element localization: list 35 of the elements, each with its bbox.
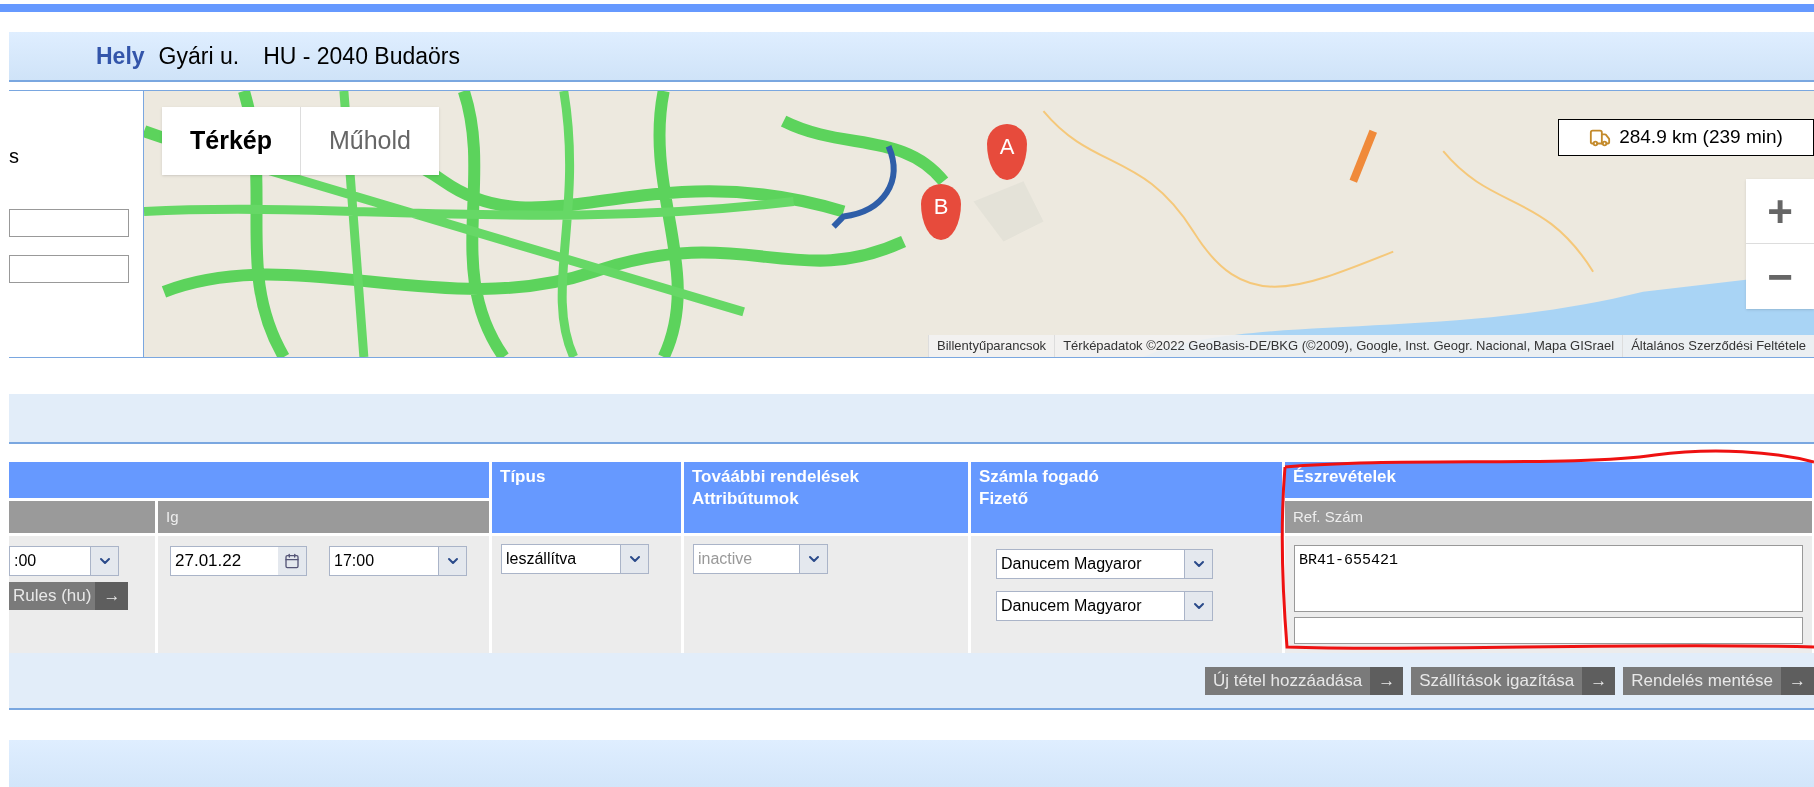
header-title: Számla fogadó [979, 466, 1100, 488]
map-type-tab[interactable]: Műhold [300, 107, 439, 175]
header-cell: Észrevételek [1285, 462, 1812, 498]
input-field[interactable] [9, 209, 129, 237]
terms-link[interactable]: Általános Szerződési Feltétele [1622, 335, 1814, 357]
header-cell: Típus [492, 462, 681, 533]
street-text: Gyári u. [158, 41, 240, 71]
map-data-text: Térképadatok ©2022 GeoBasis-DE/BKG (©2009), Google, Inst. Geogr. Nacional, Mapa GISrael [1054, 335, 1623, 357]
city-text: HU - 2040 Budaörs [263, 41, 460, 71]
header-title: Továábbi rendelések [692, 466, 860, 488]
dropdown[interactable]: :00 [9, 546, 119, 576]
action-button[interactable]: Új tétel hozzáadása → [1204, 666, 1404, 695]
dropdown[interactable]: 17:00 [329, 546, 467, 576]
dropdown[interactable]: Danucem Magyaror [996, 549, 1213, 579]
distance-text: 284.9 km (239 min) [1619, 125, 1783, 150]
dropdown[interactable]: leszállítva [501, 544, 649, 574]
keyboard-shortcuts-link[interactable]: Billentyűparancsok [928, 335, 1055, 357]
action-button[interactable]: Szállítások igazítása → [1411, 666, 1616, 695]
input-field[interactable] [9, 255, 129, 283]
rules-button[interactable]: Rules (hu) → [9, 582, 129, 610]
action-button[interactable]: Rendelés mentése → [1623, 666, 1814, 695]
zoom-out-button[interactable]: − [1746, 244, 1814, 309]
zoom-in-button[interactable]: + [1746, 179, 1814, 244]
header-subtitle: Attribútumok [692, 488, 800, 510]
panel-text: s [9, 144, 20, 169]
subheader-cell: Ref. Szám [1285, 501, 1812, 533]
calendar-icon [284, 553, 300, 569]
location-label: Hely [96, 41, 145, 71]
subheader-cell: Ig [158, 501, 489, 533]
header-subtitle: Fizető [979, 488, 1030, 510]
date-field[interactable]: 27.01.22 [170, 546, 307, 576]
dropdown[interactable]: Danucem Magyaror [996, 591, 1213, 621]
ref-number-field[interactable] [1294, 617, 1803, 644]
map-type-tab[interactable]: Térkép [162, 107, 300, 175]
remarks-field[interactable]: BR41-655421 [1294, 545, 1803, 613]
